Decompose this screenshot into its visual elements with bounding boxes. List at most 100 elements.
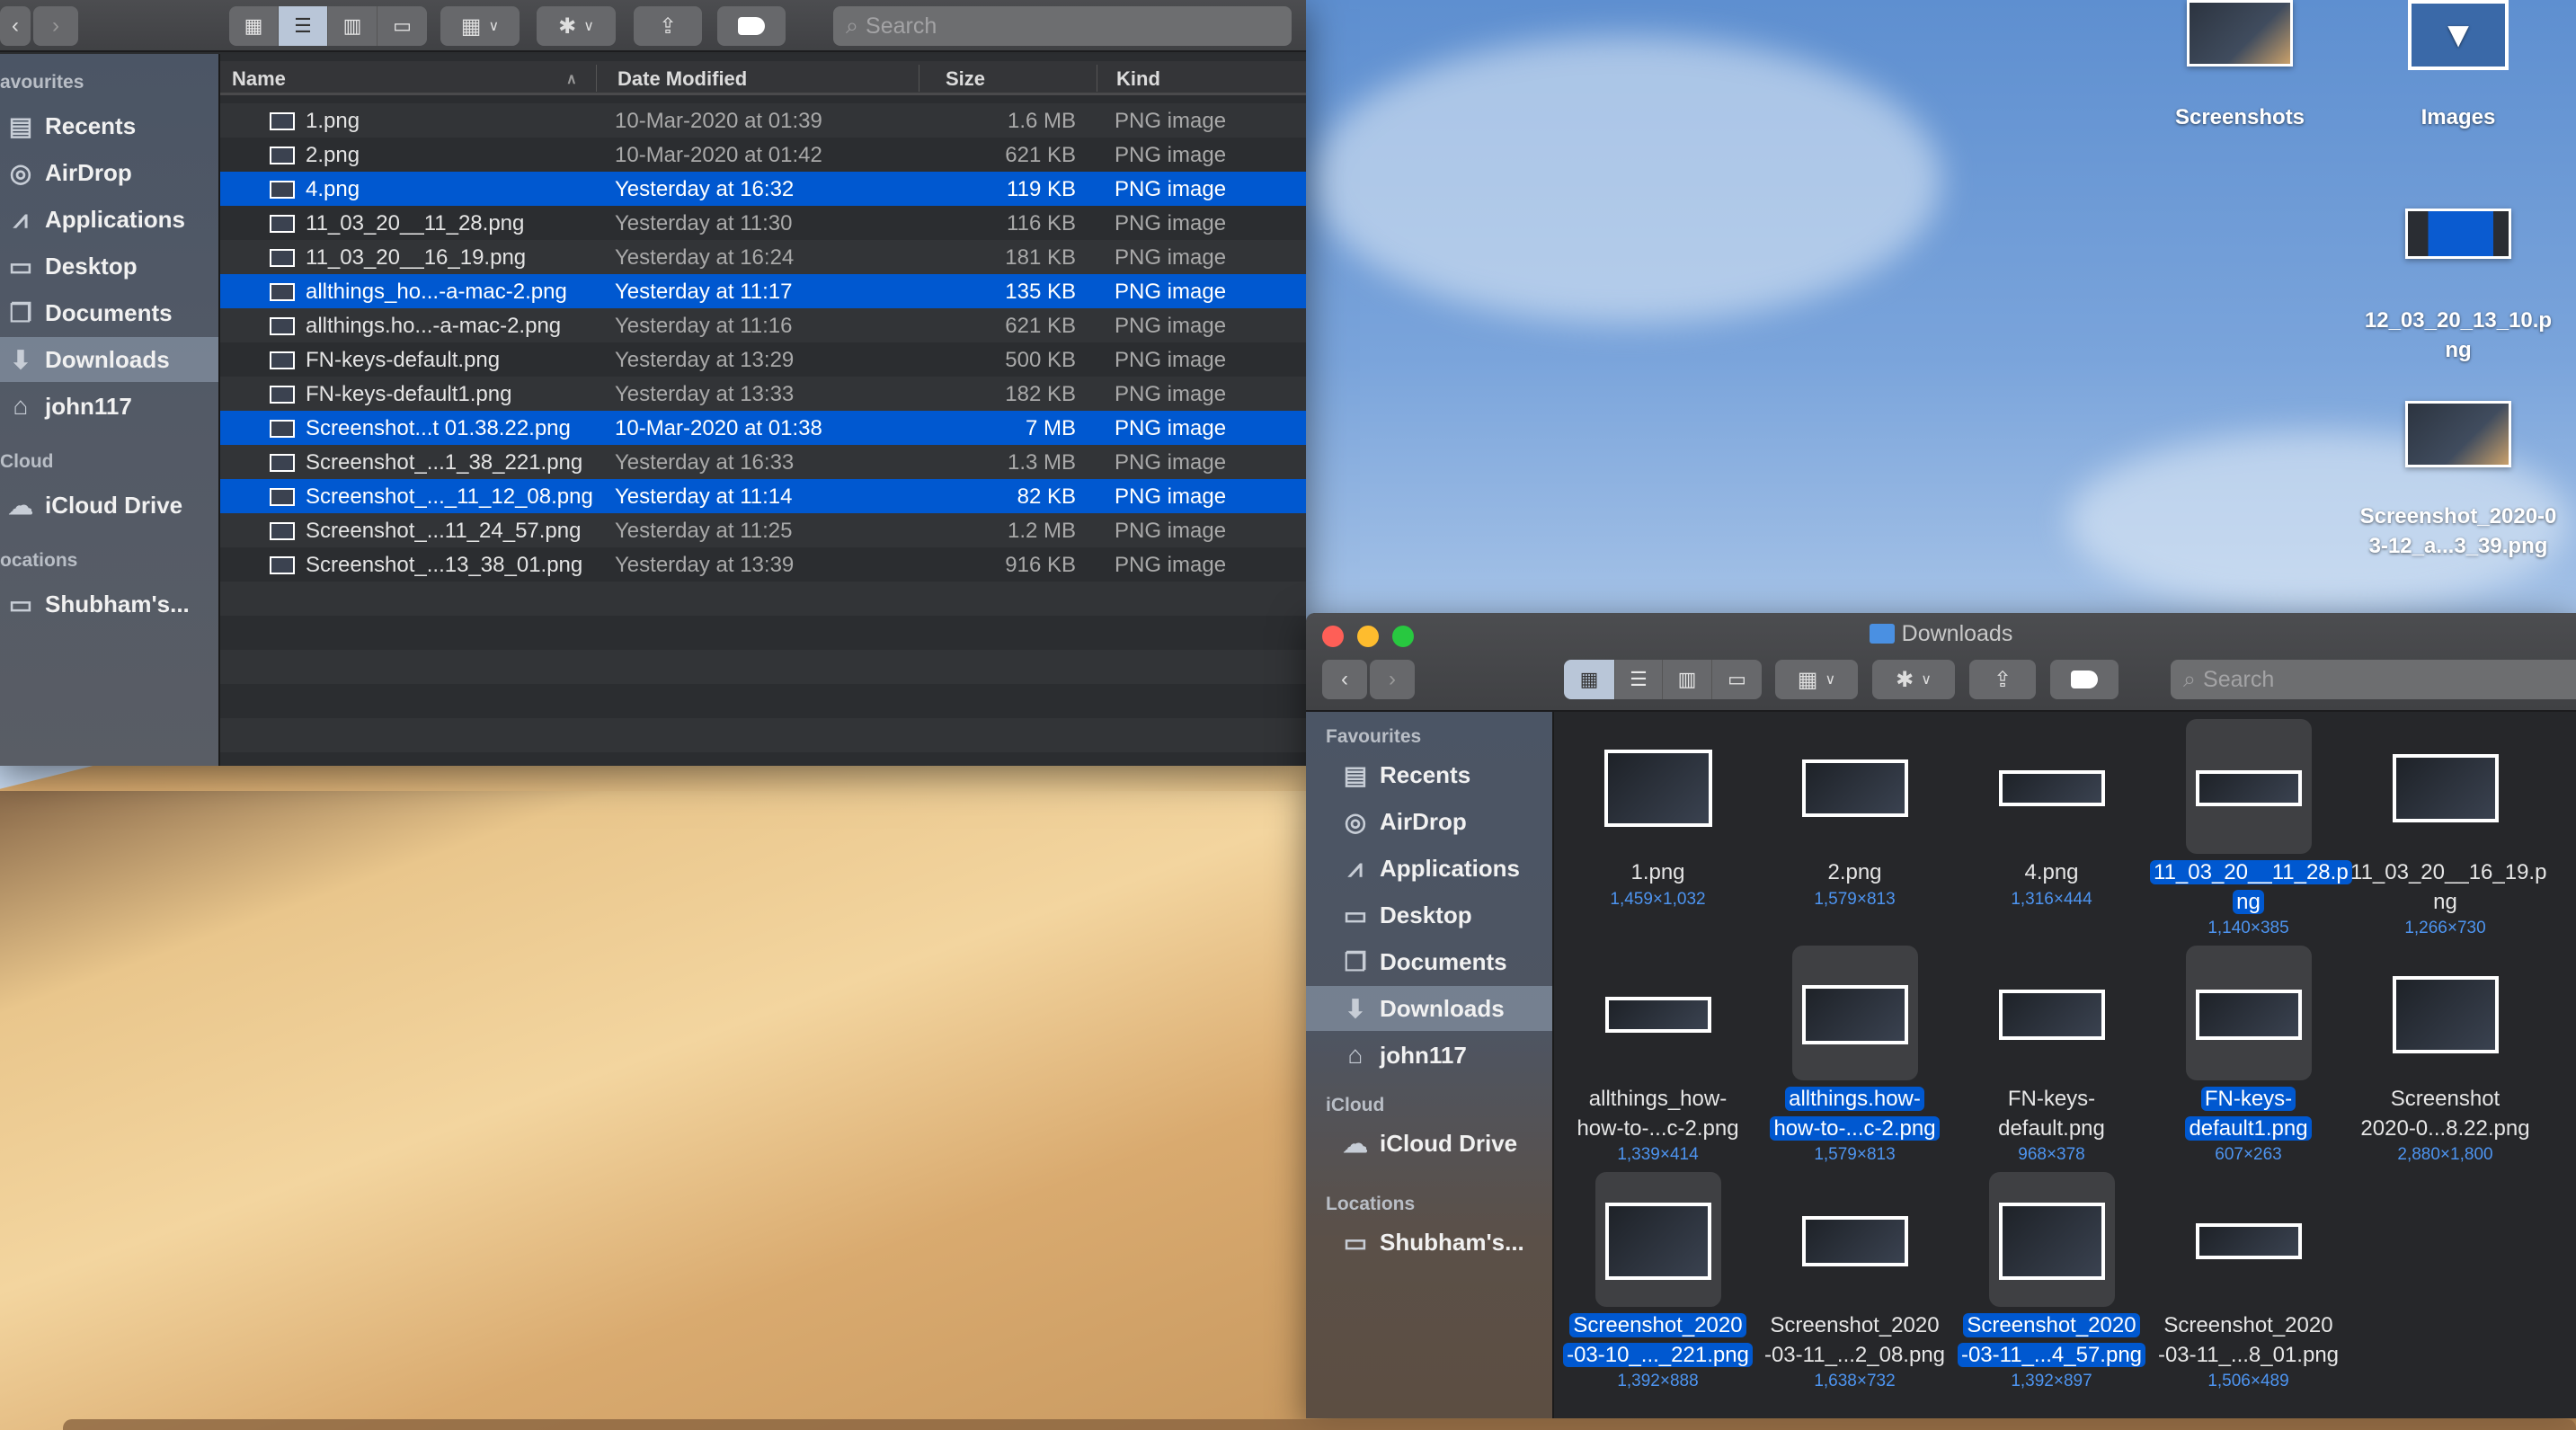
file-row[interactable]: FN-keys-default.png Yesterday at 13:29 500… [220,342,1306,377]
group-by-button[interactable]: ▦ ∨ [440,6,520,46]
file-date-modified: Yesterday at 11:17 [615,280,793,304]
file-row[interactable]: 1.png 10-Mar-2020 at 01:39 1.6 MB PNG image [220,103,1306,138]
sidebar-item-desktop[interactable]: ▭ Desktop [0,244,218,289]
desktop-icon-image-file[interactable]: 12_03_20_13_10.png [2359,209,2557,365]
view-mode-switcher: ▦ ☰ ▥ ▭ [1564,660,1762,699]
file-name: Screenshot_2020 -03-11_...4_57.png [1953,1310,2150,1370]
file-row[interactable]: 11_03_20__11_28.png Yesterday at 11:30 116… [220,206,1306,240]
search-field[interactable]: ⌕ [2171,660,2576,699]
file-row[interactable]: 2.png 10-Mar-2020 at 01:42 621 KB PNG image [220,138,1306,172]
icon-view-button[interactable]: ▦ [229,6,279,46]
share-button[interactable]: ⇪ [1969,660,2036,699]
empty-row [220,718,1306,752]
file-name: Screenshot_..._11_12_08.png [306,484,593,509]
sidebar-item-home[interactable]: ⌂ john117 [1306,1033,1552,1078]
sidebar-item-computer[interactable]: ▭ Shubham's... [0,582,218,626]
search-field[interactable]: ⌕ [833,6,1292,46]
icon-view-button[interactable]: ▦ [1564,660,1615,699]
file-row[interactable]: Screenshot_...11_24_57.png Yesterday at 1… [220,513,1306,547]
sidebar-item-desktop[interactable]: ▭ Desktop [1306,893,1552,937]
sidebar-item-documents[interactable]: ❐ Documents [1306,939,1552,984]
airdrop-icon: ◎ [1344,807,1367,836]
file-row[interactable]: 11_03_20__16_19.png Yesterday at 16:24 181… [220,240,1306,274]
file-icon-item[interactable]: FN-keys-default.png 968×378 [1953,947,2150,1172]
chevron-down-icon: ∨ [488,19,500,34]
forward-button[interactable]: › [33,6,78,46]
file-icon-item[interactable]: Screenshot_2020 -03-11_...4_57.png 1,392×8… [1953,1172,2150,1399]
desktop-icon-images[interactable]: ▼ Images [2359,0,2557,132]
file-row[interactable]: allthings.ho...-a-mac-2.png Yesterday at … [220,308,1306,342]
column-header-date-modified[interactable]: Date Modified [617,67,747,91]
file-row[interactable]: FN-keys-default1.png Yesterday at 13:33 18… [220,377,1306,411]
file-row[interactable]: Screenshot...t 01.38.22.png 10-Mar-2020 a… [220,411,1306,445]
image-thumbnail-icon [1998,990,2105,1040]
gallery-view-button[interactable]: ▭ [378,6,427,46]
file-icon-item[interactable]: 11_03_20__11_28.p ng 1,140×385 [2150,719,2352,946]
file-name-line1: Screenshot_2020 [2163,1313,2333,1337]
list-view-button[interactable]: ☰ [1615,660,1663,699]
search-input[interactable] [866,13,1292,40]
file-row[interactable]: allthings_ho...-a-mac-2.png Yesterday at … [220,274,1306,308]
sidebar-item-computer[interactable]: ▭ Shubham's... [1306,1220,1552,1265]
desktop-icon-image-file[interactable]: Screenshot_2020-03-12_a...3_39.png [2359,401,2557,561]
grid-icon: ▦ [244,14,263,37]
gear-icon: ✱ [558,13,577,39]
sidebar-item-documents[interactable]: ❐ Documents [0,290,218,335]
empty-row [220,616,1306,650]
tag-button[interactable] [717,6,786,46]
file-icon-item[interactable]: Screenshot 2020-0...8.22.png 2,880×1,800 [2347,947,2544,1172]
file-name-line2: default.png [1998,1116,2105,1141]
file-icon-item[interactable]: 4.png 1,316×444 [1953,721,2150,946]
column-header-kind[interactable]: Kind [1116,67,1160,91]
sidebar-item-downloads[interactable]: ⬇ Downloads [1306,986,1552,1031]
back-button[interactable]: ‹ [1322,660,1367,699]
file-name: 1.png [1559,857,1756,887]
file-icon-item[interactable]: FN-keys-default1.png 607×263 [2150,946,2347,1172]
list-view-button[interactable]: ☰ [279,6,328,46]
file-row[interactable]: Screenshot_...1_38_221.png Yesterday at 1… [220,445,1306,479]
column-header-name[interactable]: Name [232,67,286,91]
forward-button[interactable]: › [1370,660,1415,699]
image-thumbnail-icon [1604,997,1711,1033]
group-by-button[interactable]: ▦ ∨ [1775,660,1858,699]
file-icon-item[interactable]: Screenshot_2020 -03-11_...2_08.png 1,638×7… [1756,1174,1953,1399]
file-row[interactable]: Screenshot_..._11_12_08.png Yesterday at … [220,479,1306,513]
file-kind: PNG image [1115,348,1227,372]
sidebar-item-icloud-drive[interactable]: ☁ iCloud Drive [0,483,218,528]
file-kind: PNG image [1115,553,1227,577]
search-input[interactable] [2203,666,2576,693]
sidebar-item-recents[interactable]: ▤ Recents [1306,752,1552,797]
file-size: 916 KB [1005,553,1076,577]
sidebar-item-icloud-drive[interactable]: ☁ iCloud Drive [1306,1121,1552,1166]
tag-button[interactable] [2050,660,2119,699]
file-icon-item[interactable]: 1.png 1,459×1,032 [1559,721,1756,946]
sidebar-item-airdrop[interactable]: ◎ AirDrop [1306,799,1552,844]
file-icon-item[interactable]: allthings.how-how-to-...c-2.png 1,579×813 [1756,946,1953,1172]
action-menu-button[interactable]: ✱ ∨ [1872,660,1955,699]
file-name-line1: Screenshot_2020 [1569,1313,1746,1337]
sidebar-item-applications[interactable]: ⩘ Applications [0,197,218,242]
share-button[interactable]: ⇪ [634,6,702,46]
file-icon-item[interactable]: 2.png 1,579×813 [1756,721,1953,946]
back-button[interactable]: ‹ [0,6,31,46]
column-header-size[interactable]: Size [946,67,985,91]
action-menu-button[interactable]: ✱ ∨ [537,6,616,46]
sidebar-item-applications[interactable]: ⩘ Applications [1306,846,1552,891]
file-row[interactable]: 4.png Yesterday at 16:32 119 KB PNG image [220,172,1306,206]
file-icon-item[interactable]: 11_03_20__16_19.p ng 1,266×730 [2347,721,2546,946]
file-kind: PNG image [1115,177,1227,201]
gallery-view-button[interactable]: ▭ [1712,660,1762,699]
file-row[interactable]: Screenshot_...13_38_01.png Yesterday at 1… [220,547,1306,582]
file-icon-item[interactable]: Screenshot_2020 -03-11_...8_01.png 1,506×4… [2150,1174,2347,1399]
file-kind: PNG image [1115,245,1227,270]
desktop-icon-screenshots[interactable]: Screenshots [2141,0,2339,132]
sidebar-item-downloads[interactable]: ⬇ Downloads [0,337,218,382]
file-icon-item[interactable]: Screenshot_2020 -03-10_..._221.png 1,392×8… [1559,1172,1756,1399]
sidebar-item-recents[interactable]: ▤ Recents [0,103,218,148]
sidebar-item-home[interactable]: ⌂ john117 [0,384,218,429]
file-icon-item[interactable]: allthings_how-how-to-...c-2.png 1,339×414 [1559,947,1756,1172]
column-view-button[interactable]: ▥ [1663,660,1712,699]
file-name: 4.png [1953,857,2150,887]
column-view-button[interactable]: ▥ [328,6,378,46]
sidebar-item-airdrop[interactable]: ◎ AirDrop [0,150,218,195]
